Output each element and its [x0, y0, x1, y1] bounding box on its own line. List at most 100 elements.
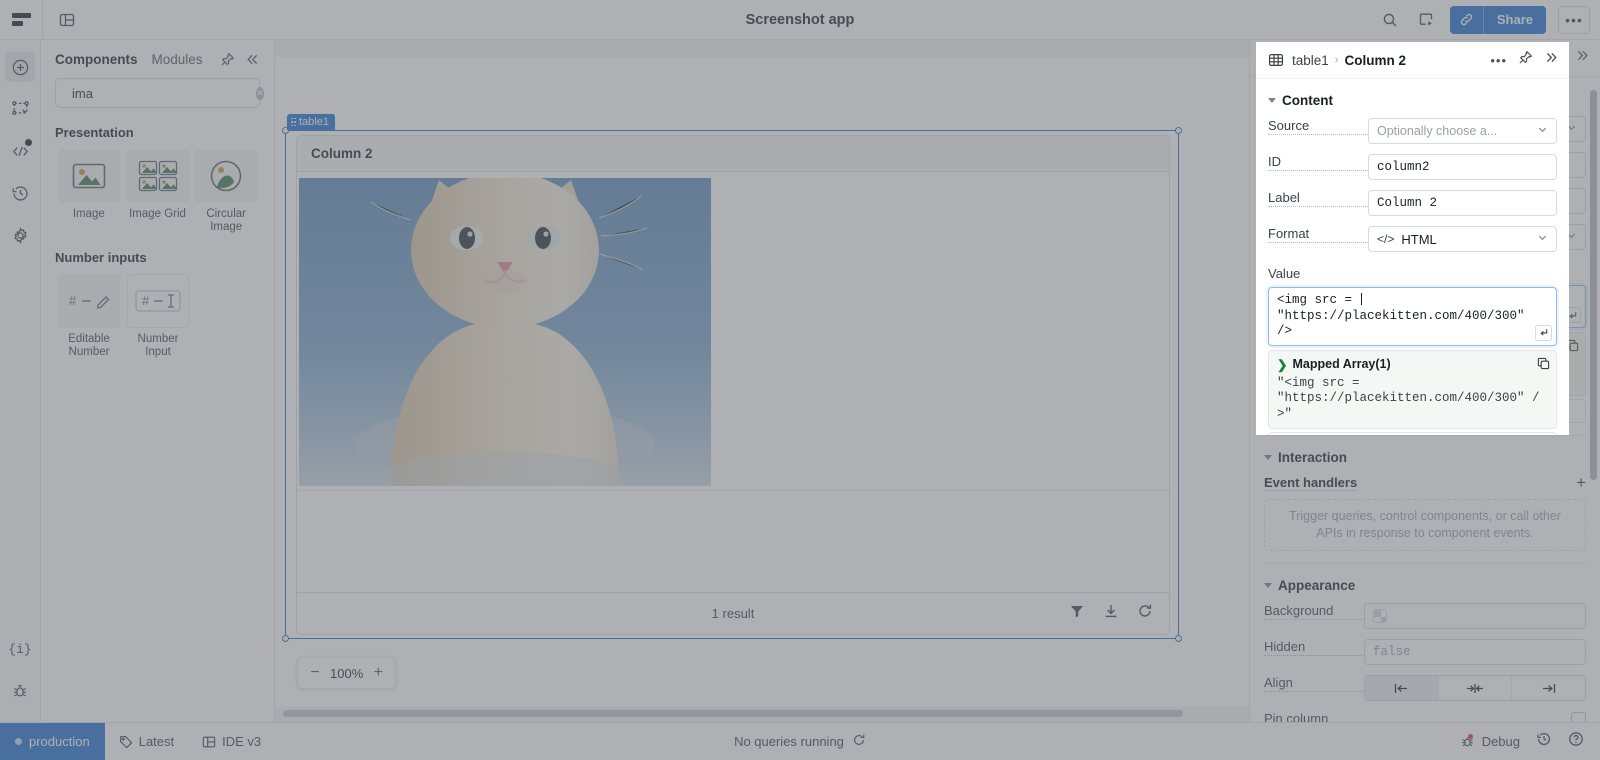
- layout-toggle-button[interactable]: [51, 6, 83, 34]
- resize-handle-bottom-right[interactable]: [1175, 635, 1182, 642]
- inspector-collapse-button[interactable]: [1544, 50, 1559, 70]
- chevron-double-left-icon: [247, 54, 258, 64]
- rail-item-debug[interactable]: [5, 676, 35, 706]
- section-header-appearance[interactable]: Appearance: [1264, 578, 1586, 593]
- drag-handle-icon[interactable]: [291, 117, 296, 127]
- tab-modules[interactable]: Modules: [152, 52, 203, 67]
- text-cursor: [1360, 293, 1362, 305]
- copy-link-button[interactable]: [1449, 5, 1484, 34]
- pin-panel-button[interactable]: [220, 52, 235, 67]
- collapse-panel-button[interactable]: [245, 52, 260, 67]
- field-label: Source: [1268, 118, 1368, 135]
- hidden-input[interactable]: false: [1364, 639, 1586, 665]
- rail-item-state[interactable]: {i}: [5, 634, 35, 664]
- inspector-collapse-button[interactable]: [1575, 48, 1590, 68]
- refresh-button[interactable]: [1137, 603, 1153, 624]
- queries-status-label: No queries running: [734, 734, 844, 749]
- copy-button[interactable]: [1537, 357, 1550, 375]
- version-label: Latest: [138, 734, 175, 749]
- rail-item-component-tree[interactable]: [5, 94, 35, 124]
- component-card-image[interactable]: Image: [55, 149, 123, 233]
- inspector-vertical-scrollbar[interactable]: [1590, 90, 1597, 750]
- top-bar-actions: Share •••: [1374, 5, 1600, 34]
- event-handlers-label: Event handlers: [1264, 475, 1358, 491]
- download-button[interactable]: [1103, 603, 1119, 624]
- resize-handle-top-right[interactable]: [1175, 127, 1182, 134]
- align-right-button[interactable]: [1512, 676, 1585, 700]
- section-header-interaction[interactable]: Interaction: [1264, 450, 1586, 465]
- value-code-editor[interactable]: <img src = "https://placekitten.com/400/…: [1268, 287, 1557, 346]
- canvas-horizontal-scrollbar[interactable]: [275, 707, 1249, 720]
- inspector-pin-button[interactable]: [1518, 50, 1533, 70]
- breadcrumb-parent[interactable]: table1: [1292, 53, 1329, 68]
- expand-editor-button[interactable]: [1535, 324, 1552, 341]
- zoom-out-button[interactable]: −: [308, 664, 322, 682]
- preview-header[interactable]: ❯ Mapped Array(1): [1277, 357, 1548, 372]
- history-icon: [12, 185, 28, 201]
- id-input[interactable]: column2: [1368, 154, 1557, 180]
- field-align: Align: [1264, 675, 1586, 701]
- align-left-button[interactable]: [1365, 676, 1439, 700]
- more-options-button[interactable]: •••: [1558, 5, 1590, 34]
- search-icon: [1383, 13, 1397, 26]
- table-body: [297, 172, 1169, 592]
- filter-button[interactable]: [1069, 603, 1085, 624]
- queries-refresh-button[interactable]: [852, 733, 866, 750]
- canvas-area[interactable]: table1 Column 2 1 result − 100% +: [275, 40, 1249, 722]
- help-button[interactable]: [1568, 731, 1584, 752]
- rail-item-history[interactable]: [5, 178, 35, 208]
- canvas-scroll-thumb[interactable]: [283, 710, 1183, 717]
- format-select[interactable]: </> HTML: [1368, 226, 1557, 252]
- label-input[interactable]: Column 2: [1368, 190, 1557, 216]
- align-center-button[interactable]: [1439, 676, 1513, 700]
- resize-handle-bottom-left[interactable]: [282, 635, 289, 642]
- field-label-row: Label Column 2: [1268, 190, 1557, 216]
- component-card-image-grid[interactable]: Image Grid: [124, 149, 192, 233]
- component-search[interactable]: ✕: [55, 78, 264, 108]
- component-card-thumb: #: [58, 274, 120, 328]
- zoom-level: 100%: [330, 665, 364, 681]
- section-header-content[interactable]: Content: [1268, 93, 1557, 108]
- section-title-number-inputs: Number inputs: [55, 250, 147, 265]
- selected-widget-badge[interactable]: table1: [287, 114, 335, 130]
- rail-item-settings[interactable]: [5, 220, 35, 250]
- environment-selector[interactable]: production: [0, 722, 105, 760]
- source-select[interactable]: Optionally choose a...: [1368, 118, 1557, 144]
- status-history-button[interactable]: [1536, 731, 1552, 752]
- background-color-input[interactable]: [1364, 603, 1586, 629]
- add-event-handler-button[interactable]: +: [1576, 474, 1586, 491]
- field-label: Label: [1268, 190, 1368, 207]
- zoom-in-button[interactable]: +: [371, 664, 385, 682]
- ide-version[interactable]: IDE v3: [188, 734, 275, 749]
- search-input[interactable]: [72, 85, 248, 101]
- chevron-down-icon: [1537, 232, 1548, 247]
- app-logo[interactable]: [0, 0, 42, 40]
- bug-icon: [14, 685, 26, 697]
- tab-components[interactable]: Components: [55, 52, 138, 67]
- component-card-circular-image[interactable]: Circular Image: [192, 149, 260, 233]
- chevron-double-right-icon: [1577, 50, 1588, 61]
- table-column-header[interactable]: Column 2: [311, 146, 373, 161]
- debug-button[interactable]: Debug: [1460, 734, 1520, 749]
- rail-item-code[interactable]: [5, 136, 35, 166]
- table-row[interactable]: [298, 172, 712, 486]
- inspector-scroll-thumb[interactable]: [1590, 90, 1597, 480]
- share-button[interactable]: Share: [1483, 5, 1546, 34]
- inspector-more-button[interactable]: •••: [1490, 53, 1507, 68]
- align-left-icon: [1395, 683, 1408, 693]
- component-card-label: Image: [72, 208, 105, 220]
- rail-item-add-component[interactable]: [5, 52, 35, 82]
- component-card-editable-number[interactable]: # Editable Number: [55, 274, 123, 358]
- preview-button[interactable]: [1410, 6, 1442, 34]
- number-input-icon: #: [135, 290, 181, 312]
- preview-value: "<img src = "https://placekitten.com/400…: [1277, 375, 1540, 421]
- clear-search-icon[interactable]: ✕: [256, 86, 264, 100]
- search-button[interactable]: [1374, 6, 1406, 34]
- component-card-number-input[interactable]: # Number Input: [124, 274, 192, 358]
- kitten-photo-icon: [299, 178, 711, 486]
- breadcrumb-separator: ›: [1334, 54, 1339, 66]
- table-widget[interactable]: Column 2 1 result: [296, 135, 1170, 635]
- code-badge-dot: [25, 139, 32, 146]
- value-field-label: Value: [1268, 266, 1301, 281]
- version-selector[interactable]: Latest: [105, 734, 188, 749]
